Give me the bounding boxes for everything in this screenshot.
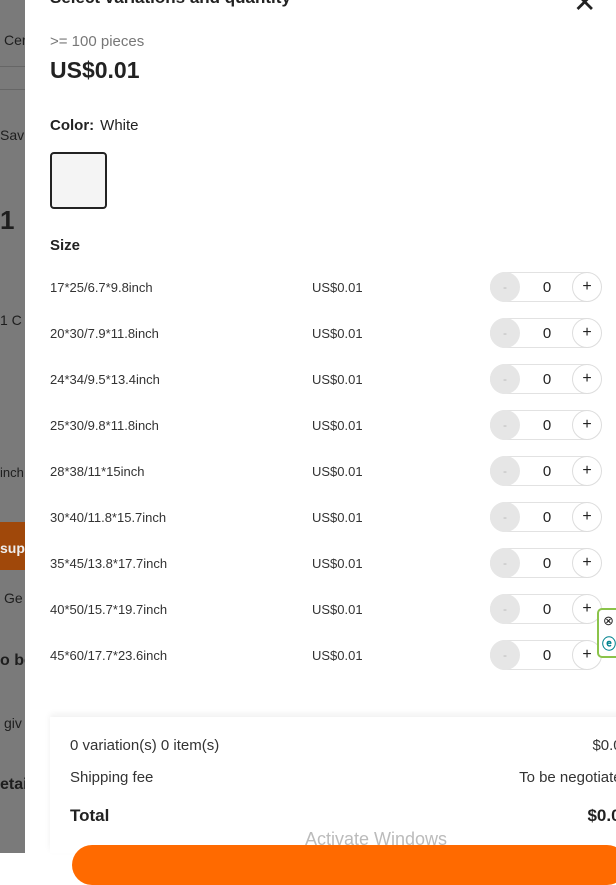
size-name: 25*30/9.8*11.8inch — [50, 418, 159, 433]
quantity-input[interactable] — [521, 371, 573, 388]
shipping-label: Shipping fee — [70, 769, 154, 786]
increment-button[interactable]: + — [572, 272, 602, 302]
color-label-row: Color: White — [50, 117, 139, 134]
decrement-button[interactable]: - — [490, 456, 520, 486]
bg-text: sup — [0, 540, 25, 556]
quantity-stepper: - + — [490, 410, 602, 440]
bg-text: 1 C — [0, 312, 22, 328]
quantity-input[interactable] — [521, 417, 573, 434]
size-row: 25*30/9.8*11.8inch US$0.01 - + — [50, 410, 610, 442]
bg-text: giv — [4, 715, 22, 731]
increment-button[interactable]: + — [572, 502, 602, 532]
items-value: $0.00 — [592, 737, 616, 754]
size-name: 35*45/13.8*17.7inch — [50, 556, 168, 571]
unit-price: US$0.01 — [50, 57, 140, 83]
size-row: 45*60/17.7*23.6inch US$0.01 - + — [50, 640, 610, 672]
increment-button[interactable]: + — [572, 318, 602, 348]
total-row: Total $0.00 — [70, 806, 616, 826]
size-price: US$0.01 — [312, 326, 363, 341]
decrement-button[interactable]: - — [490, 502, 520, 532]
size-name: 30*40/11.8*15.7inch — [50, 510, 167, 525]
decrement-button[interactable]: - — [490, 364, 520, 394]
size-row: 24*34/9.5*13.4inch US$0.01 - + — [50, 364, 610, 396]
quantity-input[interactable] — [521, 509, 573, 526]
quantity-stepper: - + — [490, 272, 602, 302]
size-name: 24*34/9.5*13.4inch — [50, 372, 160, 387]
divider — [0, 66, 25, 67]
quantity-stepper: - + — [490, 594, 602, 624]
decrement-button[interactable]: - — [490, 548, 520, 578]
bg-text: inch — [0, 465, 24, 480]
bg-text: Cer — [4, 32, 25, 48]
size-row: 17*25/6.7*9.8inch US$0.01 - + — [50, 272, 610, 304]
extension-widget[interactable]: ⊗ ⓔ — [597, 608, 616, 658]
quantity-stepper: - + — [490, 364, 602, 394]
quantity-stepper: - + — [490, 502, 602, 532]
items-row: 0 variation(s) 0 item(s) $0.00 — [70, 737, 616, 754]
windows-watermark: Activate Windows — [305, 829, 448, 849]
size-label: Size — [50, 237, 81, 254]
size-row: 30*40/11.8*15.7inch US$0.01 - + — [50, 502, 610, 534]
quantity-stepper: - + — [490, 456, 602, 486]
color-label: Color: — [50, 117, 95, 134]
size-price: US$0.01 — [312, 280, 363, 295]
size-name: 20*30/7.9*11.8inch — [50, 326, 159, 341]
primary-action-button[interactable] — [72, 845, 616, 885]
total-value: $0.00 — [587, 806, 616, 825]
quantity-input[interactable] — [521, 463, 573, 480]
divider — [0, 89, 25, 90]
bg-text: etai — [0, 776, 25, 793]
close-icon[interactable]: ✕ — [573, 0, 596, 19]
size-price: US$0.01 — [312, 418, 363, 433]
extension-logo-icon: ⓔ — [602, 636, 616, 652]
shipping-value: To be negotiated — [519, 769, 616, 786]
size-name: 17*25/6.7*9.8inch — [50, 280, 153, 295]
quantity-stepper: - + — [490, 318, 602, 348]
size-price: US$0.01 — [312, 510, 363, 525]
bg-text: o be — [0, 652, 25, 669]
size-row: 20*30/7.9*11.8inch US$0.01 - + — [50, 318, 610, 350]
size-price: US$0.01 — [312, 464, 363, 479]
size-price: US$0.01 — [312, 556, 363, 571]
increment-button[interactable]: + — [572, 456, 602, 486]
quantity-stepper: - + — [490, 548, 602, 578]
size-row: 40*50/15.7*19.7inch US$0.01 - + — [50, 594, 610, 626]
quantity-input[interactable] — [521, 647, 573, 664]
increment-button[interactable]: + — [572, 548, 602, 578]
quantity-input[interactable] — [521, 601, 573, 618]
quantity-input[interactable] — [521, 325, 573, 342]
variation-dialog: Select variations and quantity ✕ >= 100 … — [25, 0, 616, 885]
bg-text: 1 — [0, 205, 15, 235]
shipping-row: Shipping fee To be negotiated — [70, 769, 616, 786]
size-price: US$0.01 — [312, 372, 363, 387]
increment-button[interactable]: + — [572, 364, 602, 394]
quantity-stepper: - + — [490, 640, 602, 670]
size-price: US$0.01 — [312, 602, 363, 617]
bg-text: Sav — [0, 127, 25, 143]
color-value: White — [100, 117, 139, 134]
color-swatch-white[interactable] — [50, 152, 107, 209]
items-count: 0 variation(s) 0 item(s) — [70, 737, 220, 754]
quantity-input[interactable] — [521, 555, 573, 572]
increment-button[interactable]: + — [572, 410, 602, 440]
moq-label: >= 100 pieces — [50, 33, 145, 50]
decrement-button[interactable]: - — [490, 410, 520, 440]
size-name: 40*50/15.7*19.7inch — [50, 602, 168, 617]
background-page-overlay: Cer Sav 1 1 C inch sup Ge o be giv etai — [0, 0, 25, 853]
decrement-button[interactable]: - — [490, 318, 520, 348]
decrement-button[interactable]: - — [490, 272, 520, 302]
size-row: 35*45/13.8*17.7inch US$0.01 - + — [50, 548, 610, 580]
decrement-button[interactable]: - — [490, 594, 520, 624]
total-label: Total — [70, 806, 110, 825]
size-name: 28*38/11*15inch — [50, 464, 145, 479]
decrement-button[interactable]: - — [490, 640, 520, 670]
size-price: US$0.01 — [312, 648, 363, 663]
dialog-title: Select variations and quantity — [50, 0, 291, 8]
size-name: 45*60/17.7*23.6inch — [50, 648, 168, 663]
size-row: 28*38/11*15inch US$0.01 - + — [50, 456, 610, 488]
bg-text: Ge — [4, 590, 23, 606]
quantity-input[interactable] — [521, 279, 573, 296]
close-circle-icon[interactable]: ⊗ — [603, 613, 614, 629]
